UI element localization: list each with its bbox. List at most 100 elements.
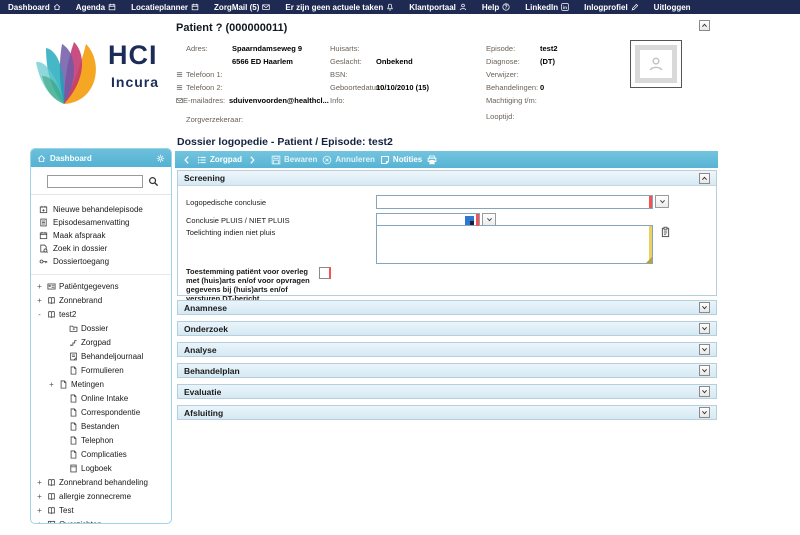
sidebar-search-input[interactable] — [47, 175, 143, 188]
grid-icon[interactable] — [176, 70, 186, 80]
tree-item-overzichten[interactable]: +Overzichten — [35, 517, 169, 524]
photo-frame — [635, 45, 677, 83]
tree-item-formulieren[interactable]: Formulieren — [35, 363, 169, 377]
save-button[interactable]: Bewaren — [271, 155, 317, 165]
expand-section-button[interactable] — [699, 365, 710, 376]
screening-header[interactable]: Screening — [178, 171, 716, 186]
sidebar-header[interactable]: Dashboard — [31, 149, 171, 167]
tree-item-test[interactable]: +Test — [35, 503, 169, 517]
expand-section-button[interactable] — [699, 344, 710, 355]
collapse-section-button[interactable] — [699, 173, 710, 184]
tree-item-zonnebrand[interactable]: +Zonnebrand — [35, 293, 169, 307]
expander-toggle[interactable]: + — [35, 506, 44, 515]
section-afsluiting[interactable]: Afsluiting — [177, 405, 717, 420]
mail-icon[interactable] — [176, 96, 183, 106]
nav-item-linkedin[interactable]: LinkedIn — [525, 3, 569, 12]
section-onderzoek[interactable]: Onderzoek — [177, 321, 717, 336]
field-label: Info: — [330, 96, 376, 105]
expand-section-button[interactable] — [699, 302, 710, 313]
nav-item-zorgmail[interactable]: ZorgMail (5) — [214, 3, 270, 12]
expand-section-button[interactable] — [699, 386, 710, 397]
tree-item-patientgegevens[interactable]: +Patiëntgegevens — [35, 279, 169, 293]
help-circle-icon — [502, 3, 510, 11]
nav-item-locatieplanner[interactable]: Locatieplanner — [131, 3, 199, 12]
print-button[interactable] — [427, 155, 437, 165]
cancel-button[interactable]: Annuleren — [322, 155, 375, 165]
expand-section-button[interactable] — [699, 407, 710, 418]
quick-link-nieuwe-behandelepisode[interactable]: Nieuwe behandelepisode — [39, 203, 167, 216]
search-icon[interactable] — [148, 176, 159, 187]
sidebar-tree: +Patiëntgegevens +Zonnebrand -test2 Doss… — [31, 275, 171, 524]
patient-field-adres-2: 6566 ED Haarlem — [176, 57, 328, 70]
cancel-label: Annuleren — [335, 155, 375, 164]
nav-linkedin-label: LinkedIn — [525, 3, 558, 12]
section-behandelplan[interactable]: Behandelplan — [177, 363, 717, 378]
page-title: Dossier logopedie - Patient / Episode: t… — [177, 136, 393, 148]
expander-toggle[interactable]: + — [47, 380, 56, 389]
expander-toggle[interactable]: + — [35, 492, 44, 501]
field-label: Behandelingen: — [486, 83, 540, 92]
tree-item-zorgpad[interactable]: Zorgpad — [35, 335, 169, 349]
section-analyse[interactable]: Analyse — [177, 342, 717, 357]
logopedische-conclusie-input[interactable] — [377, 196, 652, 208]
nav-item-inlogprofiel[interactable]: Inlogprofiel — [584, 3, 639, 12]
tree-item-label: Logboek — [81, 464, 112, 473]
notes-button[interactable]: Notities — [380, 155, 422, 165]
nav-item-agenda[interactable]: Agenda — [76, 3, 116, 12]
tree-item-label: Metingen — [71, 380, 104, 389]
nav-item-klantportaal[interactable]: Klantportaal — [409, 3, 467, 12]
toolbar: Zorgpad Bewaren Annuleren Notities — [175, 151, 718, 168]
nav-item-help[interactable]: Help — [482, 3, 510, 12]
tree-item-online-intake[interactable]: Online Intake — [35, 391, 169, 405]
quick-link-maak-afspraak[interactable]: Maak afspraak — [39, 229, 167, 242]
tree-item-behandeljournaal[interactable]: Behandeljournaal — [35, 349, 169, 363]
expander-toggle[interactable]: + — [35, 296, 44, 305]
expander-toggle[interactable]: + — [35, 520, 44, 525]
quick-link-label: Dossiertoegang — [53, 257, 109, 266]
tree-item-label: Dossier — [81, 324, 108, 333]
expander-toggle[interactable]: + — [35, 478, 44, 487]
resize-handle[interactable] — [646, 257, 652, 263]
field-label: Adres: — [186, 44, 232, 53]
next-step-button[interactable] — [247, 155, 257, 165]
section-anamnese[interactable]: Anamnese — [177, 300, 717, 315]
logopedische-conclusie-dropdown-button[interactable] — [655, 195, 669, 208]
zorgpad-button[interactable]: Zorgpad — [197, 155, 242, 165]
picklist-icon[interactable] — [465, 216, 474, 225]
gear-icon[interactable] — [156, 154, 165, 163]
toelichting-textarea[interactable] — [377, 226, 652, 263]
episode-book-icon — [47, 492, 56, 501]
quick-link-zoek-in-dossier[interactable]: Zoek in dossier — [39, 242, 167, 255]
quick-link-episodesamenvatting[interactable]: Episodesamenvatting — [39, 216, 167, 229]
logopedische-conclusie-input-wrap — [376, 195, 653, 209]
expand-section-button[interactable] — [699, 323, 710, 334]
field-label: Machtiging t/m: — [486, 96, 540, 105]
tree-item-zonnebrand-behandeling[interactable]: +Zonnebrand behandeling — [35, 475, 169, 489]
prev-step-button[interactable] — [182, 155, 192, 165]
tree-item-test2[interactable]: -test2 — [35, 307, 169, 321]
nav-item-dashboard[interactable]: Dashboard — [8, 3, 61, 12]
tree-item-telephon[interactable]: Telephon — [35, 433, 169, 447]
tree-item-complicaties[interactable]: Complicaties — [35, 447, 169, 461]
quick-link-dossiertoegang[interactable]: Dossiertoegang — [39, 255, 167, 268]
chevron-left-icon — [182, 155, 192, 165]
tree-item-bestanden[interactable]: Bestanden — [35, 419, 169, 433]
expander-toggle[interactable]: - — [35, 310, 44, 319]
toestemming-checkbox[interactable] — [319, 267, 331, 279]
tree-item-correspondentie[interactable]: Correspondentie — [35, 405, 169, 419]
nav-item-uitloggen[interactable]: Uitloggen — [654, 3, 691, 12]
collapse-patient-header-button[interactable] — [699, 20, 710, 31]
tree-item-metingen[interactable]: + Metingen — [35, 377, 169, 391]
patient-photo-placeholder[interactable] — [630, 40, 682, 88]
template-clipboard-button[interactable] — [659, 225, 672, 239]
grid-icon[interactable] — [176, 83, 186, 93]
tree-item-logboek[interactable]: Logboek — [35, 461, 169, 475]
chevron-down-icon — [701, 367, 708, 374]
expander-toggle[interactable]: + — [35, 282, 44, 291]
section-evaluatie[interactable]: Evaluatie — [177, 384, 717, 399]
field-label: Geslacht: — [330, 57, 376, 66]
tree-item-allergie-zonnecreme[interactable]: +allergie zonnecreme — [35, 489, 169, 503]
tree-item-dossier[interactable]: Dossier — [35, 321, 169, 335]
nav-item-taken[interactable]: Er zijn geen actuele taken — [285, 3, 394, 12]
patient-field-episode: Episode:test2 — [486, 44, 626, 57]
